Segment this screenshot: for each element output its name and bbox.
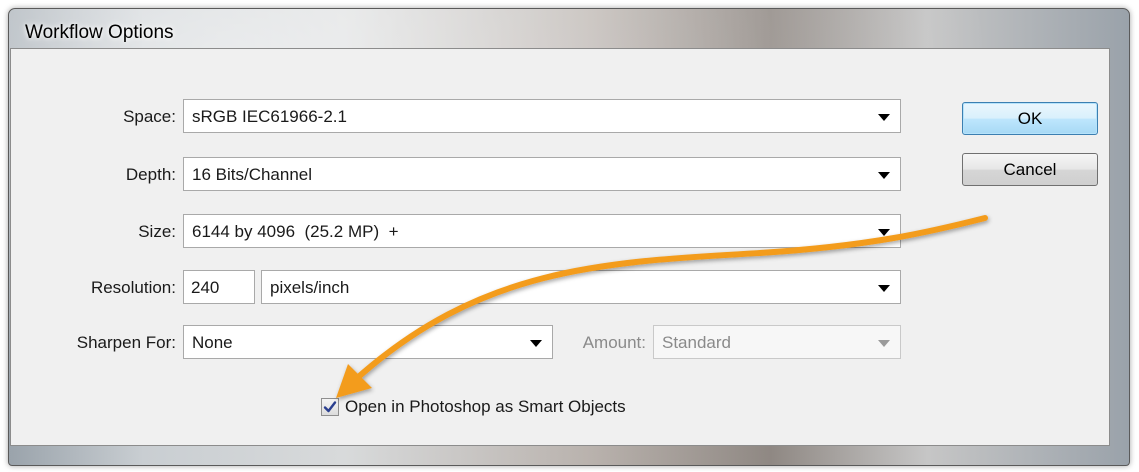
- annotation-arrow-icon: [336, 215, 988, 398]
